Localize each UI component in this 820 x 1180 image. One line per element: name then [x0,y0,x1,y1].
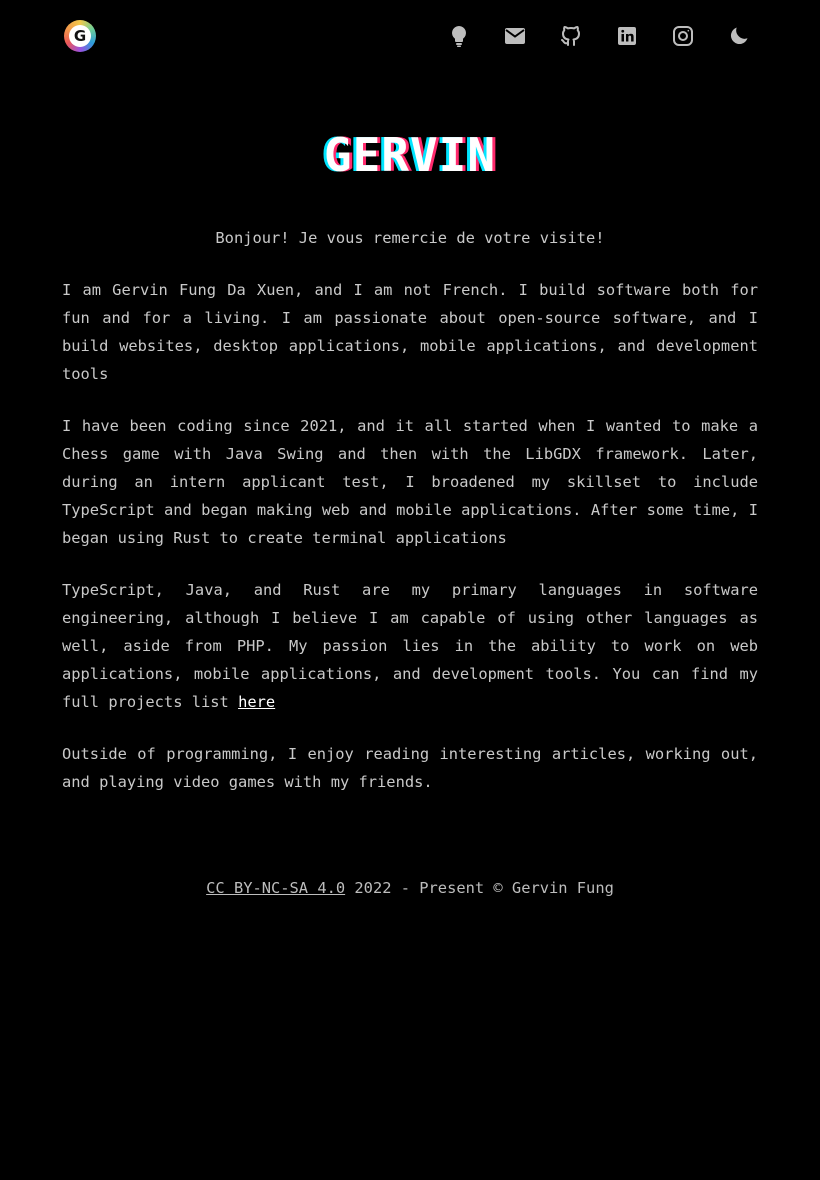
page-title: GERVIN [323,128,497,182]
mail-icon[interactable] [503,24,527,48]
top-nav: G [0,0,820,72]
instagram-icon[interactable] [671,24,695,48]
site-logo[interactable]: G [64,20,96,52]
footer: CC BY-NC-SA 4.0 2022 - Present © Gervin … [0,874,820,902]
lightbulb-icon[interactable] [447,24,471,48]
languages-text: TypeScript, Java, and Rust are my primar… [62,581,758,711]
about-paragraph-hobbies: Outside of programming, I enjoy reading … [62,745,758,791]
license-link[interactable]: CC BY-NC-SA 4.0 [206,879,345,897]
about-paragraph-intro: I am Gervin Fung Da Xuen, and I am not F… [62,281,758,383]
github-icon[interactable] [559,24,583,48]
moon-icon[interactable] [727,24,751,48]
about-section: Bonjour! Je vous remercie de votre visit… [62,224,758,820]
linkedin-icon[interactable] [615,24,639,48]
about-paragraph-languages: TypeScript, Java, and Rust are my primar… [62,576,758,716]
nav-icon-bar [447,24,751,48]
logo-letter: G [69,25,91,47]
projects-link[interactable]: here [238,693,275,711]
about-paragraph-history: I have been coding since 2021, and it al… [62,417,758,547]
copyright-text: 2022 - Present © Gervin Fung [345,879,614,897]
greeting-text: Bonjour! Je vous remercie de votre visit… [215,229,605,247]
